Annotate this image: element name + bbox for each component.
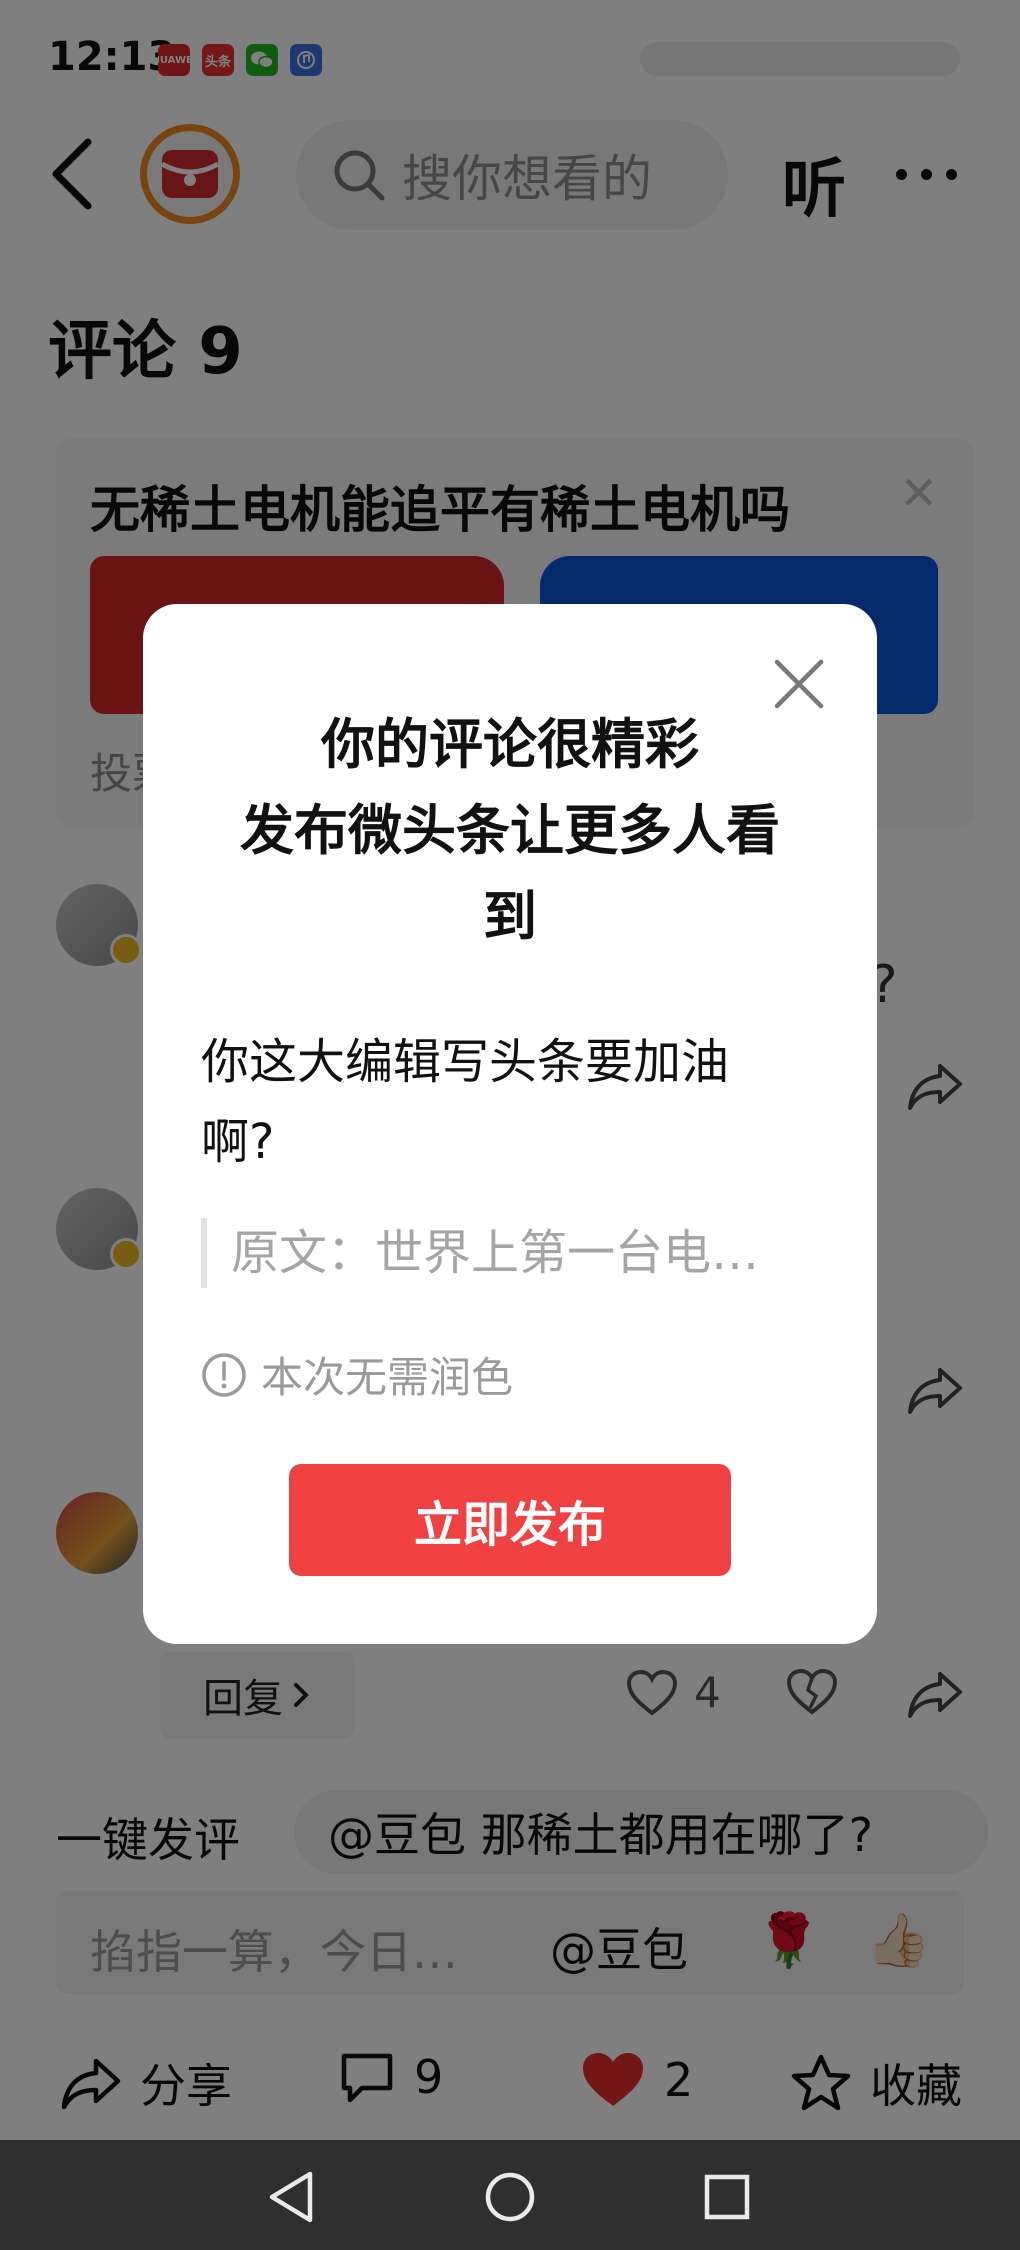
dialog-tip-text: 本次无需润色 <box>261 1353 514 1402</box>
nav-back-icon[interactable] <box>258 2162 328 2232</box>
nav-home-icon[interactable] <box>475 2162 545 2232</box>
nav-recents-icon[interactable] <box>692 2162 762 2232</box>
dialog-quote-text: 原文：世界上第一台电… <box>201 1218 781 1288</box>
publish-now-button[interactable]: 立即发布 <box>289 1464 731 1576</box>
dialog-title: 你的评论很精彩 发布微头条让更多人看 到 <box>240 713 780 948</box>
dialog-tip: 本次无需润色 <box>201 1344 513 1405</box>
system-nav-bar <box>0 2140 1020 2250</box>
dialog-comment-text: 你这大编辑写头条要加油啊? <box>201 1034 730 1170</box>
publish-dialog: 你的评论很精彩 发布微头条让更多人看 到 你这大编辑写头条要加油啊? 原文：世界… <box>143 604 877 1644</box>
info-icon <box>202 1352 246 1397</box>
